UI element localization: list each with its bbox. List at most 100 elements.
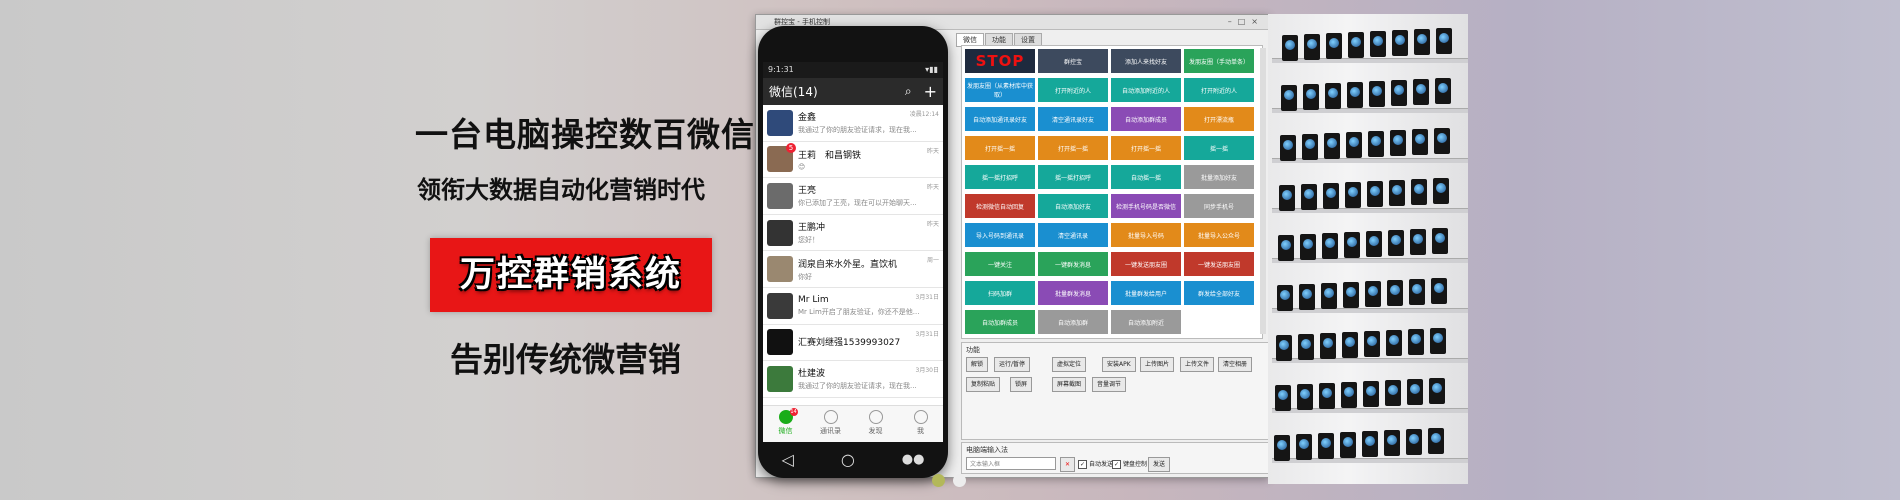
back-icon[interactable]: ◁	[782, 450, 794, 469]
clear-icon[interactable]: ✕	[1060, 457, 1076, 472]
function-button[interactable]: 上传图片	[1140, 357, 1175, 372]
home-icon[interactable]: ○	[841, 450, 855, 469]
function-tile[interactable]: 自动添加好友	[1038, 194, 1108, 218]
function-tile[interactable]: 批量导入号码	[1111, 223, 1181, 247]
avatar	[767, 329, 793, 356]
function-tile[interactable]: 发朋友圈（从素材库中获取）	[965, 78, 1035, 102]
chat-item[interactable]: 汇赛刘继强15399930​27 3月31日	[763, 325, 943, 362]
function-tile[interactable]: 一键关注	[965, 252, 1035, 276]
phone-device	[1348, 32, 1364, 58]
window-controls[interactable]: –□×	[1228, 15, 1264, 29]
phone-device	[1341, 382, 1357, 408]
function-panel: 功能 解锁 运行/暂停 虚拟定位 安装APK 上传图片 上传文件 清空相册 复制粘贴 锁屏 屏幕截…	[961, 342, 1273, 440]
search-icon[interactable]: ⌕	[905, 84, 912, 99]
function-tile[interactable]: 摇一摇打招呼	[965, 165, 1035, 189]
function-tile[interactable]: 自动添加通讯录好友	[965, 107, 1035, 131]
phone-device	[1278, 235, 1294, 261]
function-tile[interactable]: 自动添加附近的人	[1111, 78, 1181, 102]
wechat-tab[interactable]: 通讯录	[808, 406, 853, 442]
function-button[interactable]: 音量调节	[1092, 377, 1127, 392]
chat-item[interactable]: 王鹏冲 您好！ 昨天	[763, 215, 943, 252]
function-tile[interactable]: 清空通讯录	[1038, 223, 1108, 247]
phone-device	[1391, 80, 1407, 106]
function-tile[interactable]: 摇一摇打招呼	[1038, 165, 1108, 189]
chat-item[interactable]: 王亮 你已添加了王亮，现在可以开始聊天... 昨天	[763, 178, 943, 215]
phone-device	[1303, 84, 1319, 110]
chat-preview: 您好！	[798, 236, 819, 245]
function-tile[interactable]: 打开附近的人	[1184, 78, 1254, 102]
phone-device	[1433, 178, 1449, 204]
wechat-tab[interactable]: 14 微信	[763, 406, 808, 442]
avatar	[767, 292, 793, 319]
function-button[interactable]: 虚拟定位	[1052, 357, 1087, 372]
chat-item[interactable]: Mr Lim Mr Lim开启了朋友验证，你还不是他... 3月31日	[763, 288, 943, 325]
function-tile[interactable]: 检测手机号码是否微信	[1111, 194, 1181, 218]
function-tile[interactable]: 检测微信自动回复	[965, 194, 1035, 218]
function-tile[interactable]: 自动添加群	[1038, 310, 1108, 334]
phone-device	[1369, 81, 1385, 107]
chat-item[interactable]: 金鑫 我通过了你的朋友验证请求，现在我... 凌晨12:14	[763, 105, 943, 142]
function-button[interactable]: 清空相册	[1218, 357, 1253, 372]
signal-battery-icon: ▾▮▮	[925, 65, 938, 74]
chat-time: 凌晨12:14	[909, 111, 939, 118]
plus-icon[interactable]: +	[924, 82, 937, 101]
function-tile[interactable]: 打开附近的人	[1038, 78, 1108, 102]
function-button[interactable]: 运行/暂停	[994, 357, 1031, 372]
function-button[interactable]: 安装APK	[1102, 357, 1136, 372]
chat-item[interactable]: 5 王莉 和昌钢铁 😊 昨天	[763, 142, 943, 179]
function-tile[interactable]: 批量添加好友	[1184, 165, 1254, 189]
phone-device	[1413, 79, 1429, 105]
function-tile[interactable]: 打开摇一摇	[1111, 136, 1181, 160]
chat-item[interactable]: 润泉自来水外星。直饮机 你好 周一	[763, 251, 943, 288]
function-tile[interactable]: 批量导入公众号	[1184, 223, 1254, 247]
function-button[interactable]: 屏幕截图	[1052, 377, 1087, 392]
function-tile[interactable]: 一键群发消息	[1038, 252, 1108, 276]
send-button[interactable]: 发送	[1148, 457, 1171, 472]
function-tile[interactable]: 打开摇一摇	[965, 136, 1035, 160]
tab-icon	[868, 410, 883, 424]
function-button[interactable]: 复制粘贴	[966, 377, 1001, 392]
function-tile[interactable]: 一键发送朋友圈	[1111, 252, 1181, 276]
tile-grid-scrollbar[interactable]	[1260, 48, 1266, 334]
auto-send-checkbox[interactable]: ✓ 自动发送	[1078, 459, 1113, 469]
function-tile[interactable]: 批量群发消息	[1038, 281, 1108, 305]
function-tile[interactable]: 添加人来找好友	[1111, 49, 1181, 73]
phone-device	[1300, 234, 1316, 260]
function-button[interactable]: 锁屏	[1010, 377, 1033, 392]
avatar	[767, 219, 793, 246]
wechat-tab[interactable]: 我	[898, 406, 943, 442]
function-tile[interactable]: 导入号码到通讯录	[965, 223, 1035, 247]
phone-device	[1412, 129, 1428, 155]
phone-device	[1414, 29, 1430, 55]
function-tile[interactable]: 一键发送朋友圈	[1184, 252, 1254, 276]
phone-device	[1406, 429, 1422, 455]
function-tile[interactable]: 群发给全部好友	[1184, 281, 1254, 305]
carousel-dot[interactable]	[932, 474, 945, 487]
function-button[interactable]: 上传文件	[1180, 357, 1215, 372]
text-input[interactable]: 文本输入框	[966, 457, 1056, 470]
function-tile[interactable]: STOP	[965, 49, 1035, 73]
phone-device	[1344, 232, 1360, 258]
function-tile[interactable]: 扫码加群	[965, 281, 1035, 305]
phone-device	[1346, 132, 1362, 158]
function-tile[interactable]: 批量群发给用户	[1111, 281, 1181, 305]
function-tile[interactable]: 群控宝	[1038, 49, 1108, 73]
phone-device	[1366, 231, 1382, 257]
carousel-dot[interactable]	[953, 474, 966, 487]
function-tile[interactable]: 同步手机号	[1184, 194, 1254, 218]
function-tile[interactable]: 自动添加群成员	[1111, 107, 1181, 131]
function-tile[interactable]: 自动添加附近	[1111, 310, 1181, 334]
function-button[interactable]: 解锁	[966, 357, 989, 372]
function-tile[interactable]: 自动加群成员	[965, 310, 1035, 334]
function-tile[interactable]: 打开摇一摇	[1038, 136, 1108, 160]
function-tile[interactable]: 清空通讯录好友	[1038, 107, 1108, 131]
function-tile[interactable]: 打开漂流瓶	[1184, 107, 1254, 131]
function-tile[interactable]: 发朋友圈（手动单条）	[1184, 49, 1254, 73]
input-panel-label: 电脑端输入法	[966, 446, 1008, 454]
wechat-app-icon[interactable]: ●●	[902, 452, 925, 467]
function-tile[interactable]: 自动摇一摇	[1111, 165, 1181, 189]
keyboard-control-checkbox[interactable]: ✓ 键盘控制	[1112, 459, 1147, 469]
chat-item[interactable]: 杜建波 我通过了你的朋友验证请求，现在我... 3月30日	[763, 361, 943, 398]
function-tile[interactable]: 摇一摇	[1184, 136, 1254, 160]
wechat-tab[interactable]: 发现	[853, 406, 898, 442]
